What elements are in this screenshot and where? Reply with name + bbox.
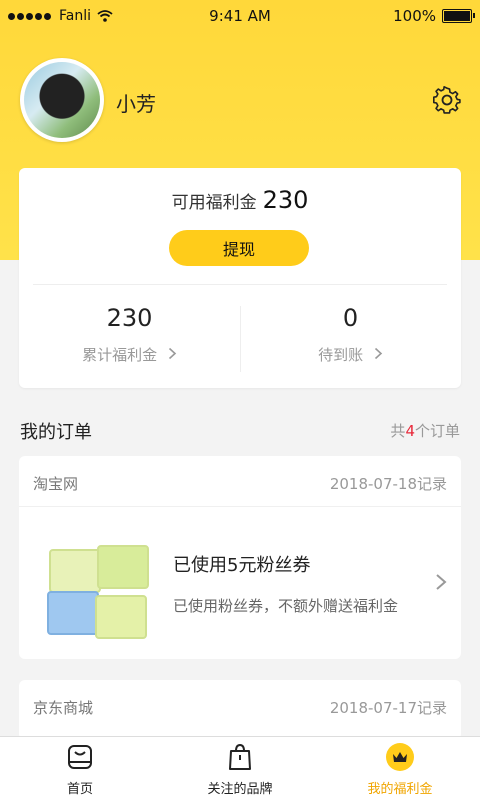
available-label: 可用福利金: [171, 193, 257, 213]
orders-count: 共4个订单: [390, 420, 460, 441]
orders-count-suffix: 个订单: [414, 422, 460, 440]
tab-bar: 首页 关注的品牌 我的福利金: [0, 736, 480, 800]
orders-count-prefix: 共: [390, 422, 406, 440]
divider: [33, 284, 447, 285]
available-balance: 可用福利金 230: [19, 186, 461, 214]
order-date: 2018-07-17记录: [329, 699, 447, 717]
tab-my-welfare[interactable]: 我的福利金: [320, 743, 480, 797]
username: 小芳: [116, 92, 156, 116]
avatar[interactable]: [20, 58, 104, 142]
order-subtitle: 已使用粉丝券，不额外赠送福利金: [173, 597, 399, 615]
battery-icon: [442, 9, 475, 23]
orders-header: 我的订单 共4个订单: [20, 418, 460, 444]
tab-brands-label: 关注的品牌: [207, 782, 273, 797]
gear-icon[interactable]: [432, 85, 462, 115]
home-icon: [68, 745, 92, 769]
order-title: 已使用5元粉丝券: [173, 555, 311, 576]
order-date: 2018-07-18记录: [329, 475, 447, 493]
order-card[interactable]: 京东商城 2018-07-17记录: [19, 680, 461, 740]
orders-count-number: 4: [405, 422, 415, 440]
tab-brands[interactable]: 关注的品牌: [160, 743, 320, 797]
product-image: [43, 535, 163, 645]
order-shop: 淘宝网: [33, 475, 79, 493]
chevron-right-icon: [436, 574, 447, 590]
stat-total-value: 230: [106, 304, 153, 332]
chevron-right-icon: [168, 347, 177, 360]
shopping-bag-icon: [229, 743, 251, 770]
battery-percent: 100%: [393, 7, 436, 25]
avatar-photo: [24, 62, 100, 138]
order-shop: 京东商城: [33, 699, 94, 717]
tab-my-welfare-label: 我的福利金: [367, 782, 433, 797]
chevron-right-icon: [374, 347, 383, 360]
stat-total[interactable]: 230 累计福利金: [19, 304, 240, 365]
stat-total-label: 累计福利金: [82, 346, 158, 364]
status-bar: Fanli 9:41 AM 100%: [0, 0, 480, 32]
stat-pending-label: 待到账: [318, 346, 364, 364]
crown-icon: [386, 743, 414, 771]
orders-title: 我的订单: [20, 422, 92, 443]
wallet-card: 可用福利金 230 提现 230 累计福利金 0 待到账: [19, 168, 461, 388]
stat-pending[interactable]: 0 待到账: [240, 304, 461, 365]
tab-home-label: 首页: [66, 782, 93, 797]
tab-home[interactable]: 首页: [0, 743, 160, 797]
stat-pending-value: 0: [342, 304, 359, 332]
withdraw-button[interactable]: 提现: [169, 230, 309, 266]
available-amount: 230: [262, 186, 309, 214]
order-card[interactable]: 淘宝网 2018-07-18记录 已使用5元粉丝券 已使用粉丝券，不额外赠送福利…: [19, 456, 461, 659]
